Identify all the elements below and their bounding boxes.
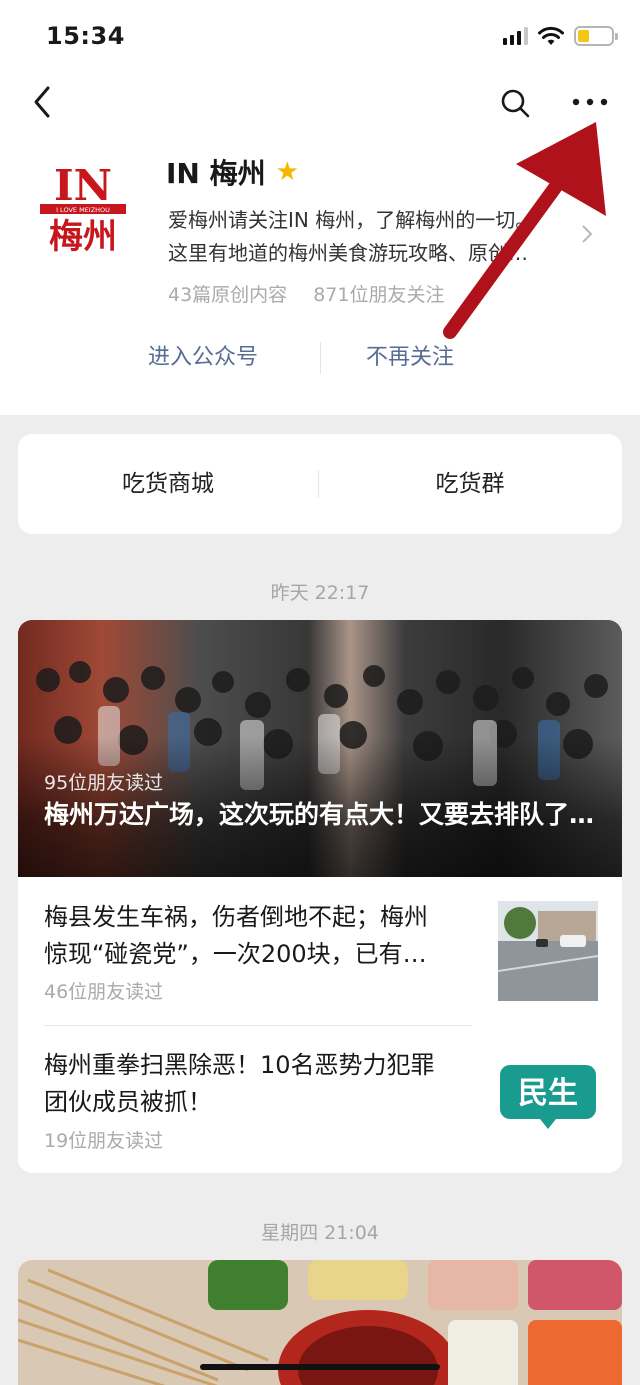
logo-cn-text: 梅州 — [49, 217, 117, 254]
account-name: IN 梅州 ★ — [166, 152, 299, 192]
article-item[interactable]: 梅县发生车祸，伤者倒地不起；梅州 惊现“碰瓷党”，一次200块，已有… 46位朋… — [18, 877, 622, 1027]
article-title-line: 梅县发生车祸，伤者倒地不起；梅州 — [44, 903, 428, 931]
status-icons — [503, 26, 618, 46]
account-stats: 43篇原创内容 871位朋友关注 — [168, 280, 444, 307]
action-divider — [320, 342, 321, 374]
article-title: 梅州重拳扫黑除恶！10名恶势力犯罪 团伙成员被抓！ — [44, 1047, 474, 1121]
signal-icon — [503, 27, 528, 45]
account-name-text: IN 梅州 — [166, 157, 266, 190]
follower-count: 871位朋友关注 — [313, 284, 445, 306]
message-timestamp: 星期四 21:04 — [261, 1222, 379, 1244]
article-title-line: 团伙成员被抓！ — [44, 1088, 212, 1116]
home-indicator[interactable] — [200, 1364, 440, 1370]
battery-icon — [574, 26, 618, 46]
article-title-line: 惊现“碰瓷党”，一次200块，已有… — [44, 940, 427, 968]
hero-article[interactable]: 95位朋友读过 梅州万达广场，这次玩的有点大！又要去排队了… — [18, 620, 622, 877]
status-time: 15:34 — [46, 22, 125, 50]
account-menu: 吃货商城 吃货群 — [18, 434, 622, 534]
article-read-count: 19位朋友读过 — [44, 1130, 164, 1152]
message-timestamp: 昨天 22:17 — [270, 582, 370, 604]
thumb-text: 民生 — [518, 1076, 578, 1111]
article-title-line: 梅州重拳扫黑除恶！10名恶势力犯罪 — [44, 1051, 435, 1079]
star-icon: ★ — [275, 157, 299, 187]
wifi-icon — [538, 26, 564, 45]
hero-read-count: 95位朋友读过 — [44, 772, 164, 794]
article-thumbnail — [498, 901, 598, 1001]
menu-item-group[interactable]: 吃货群 — [320, 434, 620, 534]
original-count: 43篇原创内容 — [168, 284, 288, 306]
battery-fill — [578, 30, 590, 42]
chevron-left-icon[interactable] — [26, 82, 66, 122]
logo-main-text: IN — [54, 161, 112, 210]
menu-item-shop[interactable]: 吃货商城 — [18, 434, 318, 534]
enter-account-button[interactable]: 进入公众号 — [148, 336, 258, 380]
article-thumbnail: 民生 — [498, 1049, 598, 1149]
hero-title: 梅州万达广场，这次玩的有点大！又要去排队了… — [44, 800, 595, 829]
article-title: 梅县发生车祸，伤者倒地不起；梅州 惊现“碰瓷党”，一次200块，已有… — [44, 899, 474, 973]
red-arrow-annotation — [443, 122, 606, 339]
article-card: 95位朋友读过 梅州万达广场，这次玩的有点大！又要去排队了… 梅县发生车祸，伤者… — [18, 620, 622, 1173]
article-item[interactable]: 梅州重拳扫黑除恶！10名恶势力犯罪 团伙成员被抓！ 19位朋友读过 民生 — [18, 1025, 622, 1173]
account-logo[interactable]: IN I LOVE MEIZHOU 梅州 — [40, 158, 126, 254]
menu-divider — [318, 470, 319, 498]
article-read-count: 46位朋友读过 — [44, 981, 164, 1003]
logo-small-text: I LOVE MEIZHOU — [56, 206, 110, 214]
